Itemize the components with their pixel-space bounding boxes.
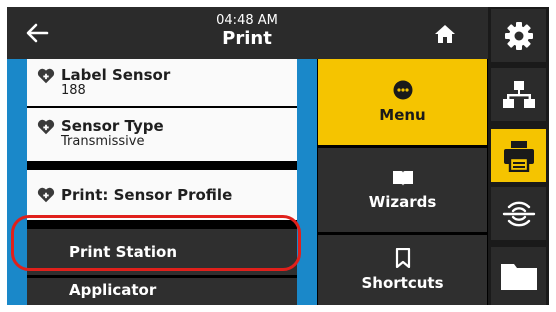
selection-highlight [11,215,301,271]
menu-button[interactable]: Menu [318,59,487,145]
home-button[interactable] [427,19,463,49]
list-item-label: Applicator [69,281,157,299]
wizards-button[interactable]: Wizards [318,148,487,232]
book-icon [392,171,413,186]
dots-icon [393,80,412,100]
list-item-value: 188 [61,83,86,98]
wizards-button-label: Wizards [368,193,437,211]
list-item-label-sensor[interactable]: Label Sensor 188 [27,59,297,106]
right-nav [488,7,549,305]
page-title-block: 04:48 AM Print [177,13,317,50]
shortcuts-button-label: Shortcuts [361,274,444,292]
bookmark-icon [395,248,410,268]
connection-button[interactable] [491,187,546,240]
clock-time: 04:48 AM [216,13,278,28]
gear-icon [504,21,533,50]
list-item-label: Label Sensor [61,66,171,84]
heart-plus-icon [37,187,55,203]
list-item-label: Print: Sensor Profile [61,185,233,204]
page-title: Print [222,28,272,49]
heart-plus-icon [37,119,55,135]
list-item-applicator[interactable]: Applicator [27,278,297,305]
menu-column: Menu Wizards Shortcuts [318,59,487,305]
shortcuts-button[interactable]: Shortcuts [318,235,487,305]
heart-plus-icon [37,68,55,84]
printer-icon [503,140,534,172]
list-item-value: Transmissive [61,134,145,149]
files-button[interactable] [491,247,546,305]
top-bar: 04:48 AM Print [7,7,488,59]
print-button[interactable] [491,129,546,182]
list-item-sensor-type[interactable]: Sensor Type Transmissive [27,108,297,161]
network-button[interactable] [491,68,546,121]
list-item-label: Sensor Type [61,117,164,135]
folder-icon [500,264,537,290]
menu-button-label: Menu [379,106,426,124]
connection-icon [502,201,535,226]
printer-screen: 04:48 AM Print Label Sensor 188 Sensor T… [7,7,549,305]
settings-list-panel: Label Sensor 188 Sensor Type Transmissiv… [7,59,317,305]
back-button[interactable] [17,15,57,51]
home-icon [435,25,455,43]
list-item-print-sensor-profile[interactable]: Print: Sensor Profile [27,170,297,220]
network-icon [502,80,535,108]
settings-button[interactable] [491,9,546,62]
back-arrow-icon [26,23,49,43]
